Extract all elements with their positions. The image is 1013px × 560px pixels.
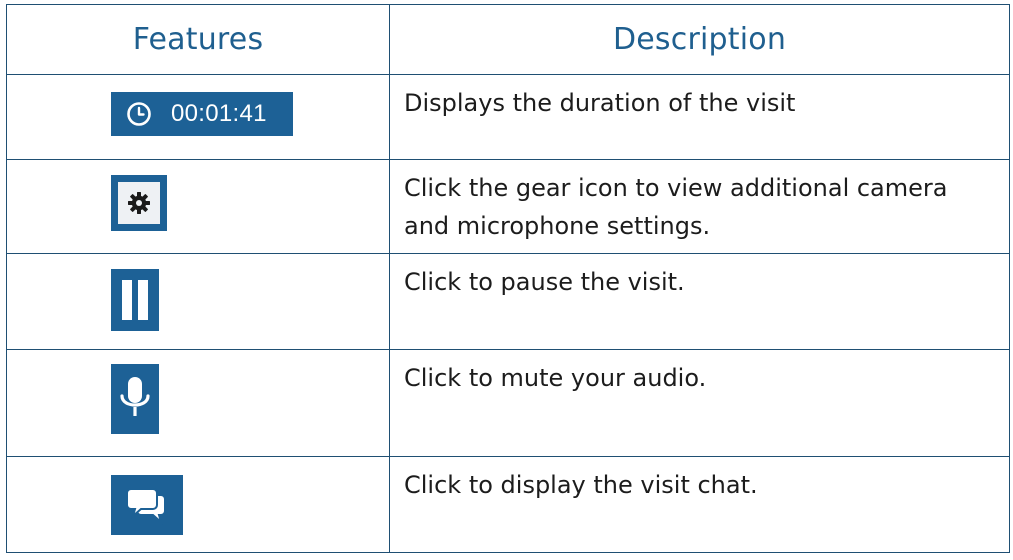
feature-cell: 00:01:41 (6, 74, 390, 160)
clock-icon (127, 102, 151, 127)
feature-cell (6, 158, 390, 254)
feature-cell (6, 349, 390, 457)
feature-cell (6, 252, 390, 351)
description-cell: Click to pause the visit. (389, 252, 1010, 351)
visit-duration-timer: 00:01:41 (111, 92, 293, 137)
chat-button (111, 474, 183, 535)
mute-button (111, 364, 159, 435)
description-cell: Displays the duration of the visit (389, 74, 1010, 160)
pause-bar-left (122, 279, 132, 320)
microphone-icon (120, 377, 150, 417)
description-cell: Click the gear icon to view additional c… (389, 158, 1010, 254)
timer-value: 00:01:41 (171, 100, 267, 128)
features-column-header: Features (6, 3, 390, 76)
chat-bubbles-icon (126, 487, 166, 525)
description-column-header: Description (389, 3, 1010, 76)
features-table-container: Features Description 00:01:41 Displays t… (6, 3, 1010, 554)
settings-button-face (118, 181, 160, 224)
table-header-row: Features Description (6, 3, 1010, 76)
table-row: Click to mute your audio. (6, 349, 1010, 457)
pause-bar-right (138, 279, 148, 320)
table-row: Click to display the visit chat. (6, 455, 1010, 554)
table-row: 00:01:41 Displays the duration of the vi… (6, 74, 1010, 160)
description-cell: Click to display the visit chat. (389, 455, 1010, 554)
table-row: Click the gear icon to view additional c… (6, 158, 1010, 254)
features-table: Features Description 00:01:41 Displays t… (6, 3, 1010, 554)
settings-button (111, 174, 167, 231)
feature-cell (6, 455, 390, 554)
description-cell: Click to mute your audio. (389, 349, 1010, 457)
table-row: Click to pause the visit. (6, 252, 1010, 351)
gear-icon (128, 191, 150, 214)
pause-button (111, 268, 159, 331)
